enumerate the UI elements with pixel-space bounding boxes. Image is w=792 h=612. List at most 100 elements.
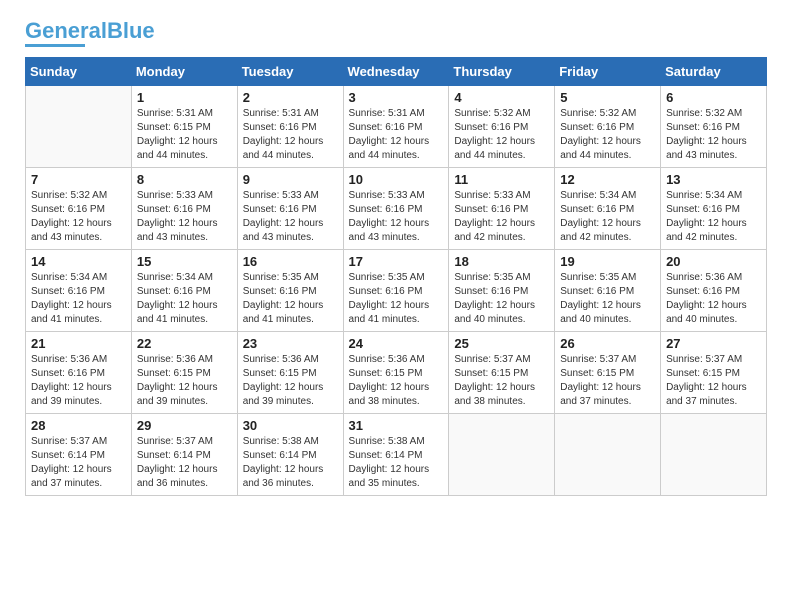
day-number: 24	[349, 336, 444, 351]
header-saturday: Saturday	[661, 58, 767, 86]
day-number: 17	[349, 254, 444, 269]
day-info: Sunrise: 5:37 AM Sunset: 6:15 PM Dayligh…	[454, 353, 549, 409]
day-number: 8	[137, 172, 232, 187]
day-info: Sunrise: 5:31 AM Sunset: 6:16 PM Dayligh…	[243, 107, 338, 163]
day-number: 12	[560, 172, 655, 187]
day-info: Sunrise: 5:32 AM Sunset: 6:16 PM Dayligh…	[560, 107, 655, 163]
day-number: 20	[666, 254, 761, 269]
day-info: Sunrise: 5:36 AM Sunset: 6:15 PM Dayligh…	[137, 353, 232, 409]
calendar-cell: 20 Sunrise: 5:36 AM Sunset: 6:16 PM Dayli…	[661, 250, 767, 332]
day-number: 2	[243, 90, 338, 105]
calendar-cell: 22Sunrise: 5:36 AM Sunset: 6:15 PM Dayli…	[131, 332, 237, 414]
day-info: Sunrise: 5:35 AM Sunset: 6:16 PM Dayligh…	[349, 271, 444, 327]
day-info: Sunrise: 5:38 AM Sunset: 6:14 PM Dayligh…	[243, 435, 338, 491]
day-number: 6	[666, 90, 761, 105]
day-number: 11	[454, 172, 549, 187]
header-wednesday: Wednesday	[343, 58, 449, 86]
calendar-cell: 8 Sunrise: 5:33 AM Sunset: 6:16 PM Daylig…	[131, 168, 237, 250]
day-info: Sunrise: 5:34 AM Sunset: 6:16 PM Dayligh…	[31, 271, 126, 327]
day-info: Sunrise: 5:37 AM Sunset: 6:15 PM Dayligh…	[666, 353, 761, 409]
day-number: 9	[243, 172, 338, 187]
day-info: Sunrise: 5:36 AM Sunset: 6:16 PM Dayligh…	[31, 353, 126, 409]
week-row-1: 7Sunrise: 5:32 AM Sunset: 6:16 PM Daylig…	[26, 168, 767, 250]
day-number: 13	[666, 172, 761, 187]
day-number: 19	[560, 254, 655, 269]
day-info: Sunrise: 5:37 AM Sunset: 6:14 PM Dayligh…	[31, 435, 126, 491]
day-info: Sunrise: 5:38 AM Sunset: 6:14 PM Dayligh…	[349, 435, 444, 491]
calendar-cell	[449, 414, 555, 496]
logo-underline	[25, 44, 85, 47]
logo-general: General	[25, 18, 107, 43]
day-info: Sunrise: 5:32 AM Sunset: 6:16 PM Dayligh…	[31, 189, 126, 245]
calendar-cell: 7Sunrise: 5:32 AM Sunset: 6:16 PM Daylig…	[26, 168, 132, 250]
calendar-cell: 30 Sunrise: 5:38 AM Sunset: 6:14 PM Dayli…	[237, 414, 343, 496]
calendar-cell: 25 Sunrise: 5:37 AM Sunset: 6:15 PM Dayli…	[449, 332, 555, 414]
header-sunday: Sunday	[26, 58, 132, 86]
calendar-cell: 5 Sunrise: 5:32 AM Sunset: 6:16 PM Daylig…	[555, 86, 661, 168]
calendar-cell: 4Sunrise: 5:32 AM Sunset: 6:16 PM Daylig…	[449, 86, 555, 168]
day-number: 1	[137, 90, 232, 105]
day-number: 26	[560, 336, 655, 351]
week-row-0: 1 Sunrise: 5:31 AM Sunset: 6:15 PM Daylig…	[26, 86, 767, 168]
week-row-3: 21 Sunrise: 5:36 AM Sunset: 6:16 PM Dayli…	[26, 332, 767, 414]
logo-blue: Blue	[107, 18, 155, 43]
calendar-cell: 9Sunrise: 5:33 AM Sunset: 6:16 PM Daylig…	[237, 168, 343, 250]
header-friday: Friday	[555, 58, 661, 86]
day-info: Sunrise: 5:33 AM Sunset: 6:16 PM Dayligh…	[349, 189, 444, 245]
header-tuesday: Tuesday	[237, 58, 343, 86]
calendar-table: SundayMondayTuesdayWednesdayThursdayFrid…	[25, 57, 767, 496]
day-info: Sunrise: 5:36 AM Sunset: 6:16 PM Dayligh…	[666, 271, 761, 327]
day-number: 23	[243, 336, 338, 351]
day-info: Sunrise: 5:34 AM Sunset: 6:16 PM Dayligh…	[666, 189, 761, 245]
calendar-cell: 12 Sunrise: 5:34 AM Sunset: 6:16 PM Dayli…	[555, 168, 661, 250]
calendar-cell: 6 Sunrise: 5:32 AM Sunset: 6:16 PM Daylig…	[661, 86, 767, 168]
calendar-cell	[26, 86, 132, 168]
logo-text: GeneralBlue	[25, 20, 155, 42]
header-monday: Monday	[131, 58, 237, 86]
logo: GeneralBlue	[25, 20, 155, 47]
calendar-header-row: SundayMondayTuesdayWednesdayThursdayFrid…	[26, 58, 767, 86]
calendar-cell: 23 Sunrise: 5:36 AM Sunset: 6:15 PM Dayli…	[237, 332, 343, 414]
calendar-cell: 19 Sunrise: 5:35 AM Sunset: 6:16 PM Dayli…	[555, 250, 661, 332]
calendar-cell: 16Sunrise: 5:35 AM Sunset: 6:16 PM Dayli…	[237, 250, 343, 332]
calendar-cell	[555, 414, 661, 496]
header: GeneralBlue	[25, 20, 767, 47]
calendar-cell: 2 Sunrise: 5:31 AM Sunset: 6:16 PM Daylig…	[237, 86, 343, 168]
calendar-cell: 28Sunrise: 5:37 AM Sunset: 6:14 PM Dayli…	[26, 414, 132, 496]
day-number: 30	[243, 418, 338, 433]
calendar-cell: 14 Sunrise: 5:34 AM Sunset: 6:16 PM Dayli…	[26, 250, 132, 332]
calendar-cell: 15Sunrise: 5:34 AM Sunset: 6:16 PM Dayli…	[131, 250, 237, 332]
calendar-cell: 13 Sunrise: 5:34 AM Sunset: 6:16 PM Dayli…	[661, 168, 767, 250]
day-number: 27	[666, 336, 761, 351]
day-info: Sunrise: 5:33 AM Sunset: 6:16 PM Dayligh…	[137, 189, 232, 245]
day-number: 29	[137, 418, 232, 433]
day-info: Sunrise: 5:34 AM Sunset: 6:16 PM Dayligh…	[560, 189, 655, 245]
day-info: Sunrise: 5:33 AM Sunset: 6:16 PM Dayligh…	[454, 189, 549, 245]
calendar-cell	[661, 414, 767, 496]
week-row-4: 28Sunrise: 5:37 AM Sunset: 6:14 PM Dayli…	[26, 414, 767, 496]
day-number: 5	[560, 90, 655, 105]
calendar-cell: 18 Sunrise: 5:35 AM Sunset: 6:16 PM Dayli…	[449, 250, 555, 332]
day-info: Sunrise: 5:31 AM Sunset: 6:15 PM Dayligh…	[137, 107, 232, 163]
day-number: 10	[349, 172, 444, 187]
calendar-cell: 3Sunrise: 5:31 AM Sunset: 6:16 PM Daylig…	[343, 86, 449, 168]
calendar-cell: 17 Sunrise: 5:35 AM Sunset: 6:16 PM Dayli…	[343, 250, 449, 332]
day-number: 15	[137, 254, 232, 269]
day-info: Sunrise: 5:32 AM Sunset: 6:16 PM Dayligh…	[666, 107, 761, 163]
week-row-2: 14 Sunrise: 5:34 AM Sunset: 6:16 PM Dayli…	[26, 250, 767, 332]
day-number: 16	[243, 254, 338, 269]
day-number: 18	[454, 254, 549, 269]
day-number: 21	[31, 336, 126, 351]
calendar-cell: 29 Sunrise: 5:37 AM Sunset: 6:14 PM Dayli…	[131, 414, 237, 496]
calendar-cell: 11 Sunrise: 5:33 AM Sunset: 6:16 PM Dayli…	[449, 168, 555, 250]
day-number: 25	[454, 336, 549, 351]
day-number: 4	[454, 90, 549, 105]
calendar-cell: 31Sunrise: 5:38 AM Sunset: 6:14 PM Dayli…	[343, 414, 449, 496]
day-info: Sunrise: 5:35 AM Sunset: 6:16 PM Dayligh…	[454, 271, 549, 327]
header-thursday: Thursday	[449, 58, 555, 86]
day-number: 14	[31, 254, 126, 269]
day-info: Sunrise: 5:37 AM Sunset: 6:14 PM Dayligh…	[137, 435, 232, 491]
calendar-cell: 21 Sunrise: 5:36 AM Sunset: 6:16 PM Dayli…	[26, 332, 132, 414]
day-info: Sunrise: 5:36 AM Sunset: 6:15 PM Dayligh…	[243, 353, 338, 409]
day-info: Sunrise: 5:35 AM Sunset: 6:16 PM Dayligh…	[560, 271, 655, 327]
